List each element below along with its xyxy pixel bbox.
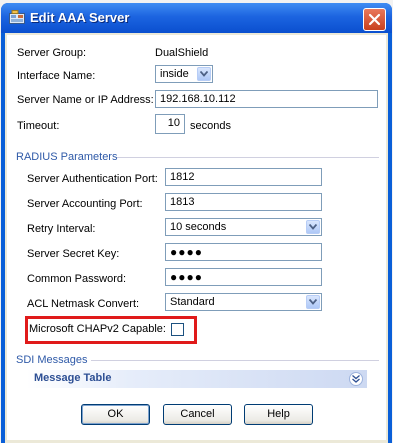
acct-port-input[interactable]: 1813 [165,193,322,211]
secret-key-input[interactable]: ●●●● [165,243,322,261]
acl-dropdown-button[interactable] [306,295,320,309]
radius-divider [117,157,379,158]
dialog-body: Server Group: DualShield Interface Name:… [5,33,388,443]
chap-checkbox[interactable] [171,323,184,336]
acl-netmask-label: ACL Netmask Convert: [27,298,140,310]
retry-interval-select[interactable]: 10 seconds [165,218,322,236]
server-name-input[interactable]: 192.168.10.112 [155,90,378,108]
retry-interval-label: Retry Interval: [27,223,96,235]
interface-name-value: inside [160,68,189,80]
double-chevron-down-icon [352,375,360,383]
chevron-down-icon [200,71,208,77]
auth-port-label: Server Authentication Port: [27,173,158,185]
acct-port-label: Server Accounting Port: [27,198,143,210]
auth-port-input[interactable]: 1812 [165,168,322,186]
dialog-window: Edit AAA Server Server Group: DualShield… [1,3,392,443]
chevron-down-icon [309,299,317,305]
interface-name-select[interactable]: inside [155,65,213,83]
close-icon [368,13,381,26]
retry-interval-value: 10 seconds [170,221,227,233]
server-group-value: DualShield [155,47,209,59]
sdi-divider [91,360,379,361]
app-icon [9,10,25,24]
common-password-input[interactable]: ●●●● [165,268,322,286]
secret-key-label: Server Secret Key: [27,248,120,260]
close-button[interactable] [363,8,386,31]
help-button[interactable]: Help [244,404,313,425]
server-name-label: Server Name or IP Address: [17,94,154,106]
timeout-input[interactable]: 10 [155,114,185,134]
expand-button[interactable] [349,372,363,386]
cancel-button[interactable]: Cancel [163,404,232,425]
message-table-label: Message Table [34,372,112,384]
sdi-section-title: SDI Messages [16,354,88,366]
message-table-bar[interactable]: Message Table [27,370,367,388]
interface-dropdown-button[interactable] [197,67,211,81]
title-bar: Edit AAA Server [1,3,392,33]
interface-name-label: Interface Name: [17,70,96,82]
common-password-label: Common Password: [27,273,127,285]
timeout-label: Timeout: [17,120,60,132]
timeout-unit: seconds [190,120,231,132]
window-title: Edit AAA Server [30,10,130,25]
acl-netmask-select[interactable]: Standard [165,293,322,311]
acl-netmask-value: Standard [170,296,215,308]
radius-section-title: RADIUS Parameters [16,151,118,163]
retry-dropdown-button[interactable] [306,220,320,234]
ok-button[interactable]: OK [81,404,150,425]
form-panel: Server Group: DualShield Interface Name:… [7,35,386,440]
chap-label: Microsoft CHAPv2 Capable: [29,323,166,335]
server-group-label: Server Group: [17,47,87,59]
chevron-down-icon [309,224,317,230]
